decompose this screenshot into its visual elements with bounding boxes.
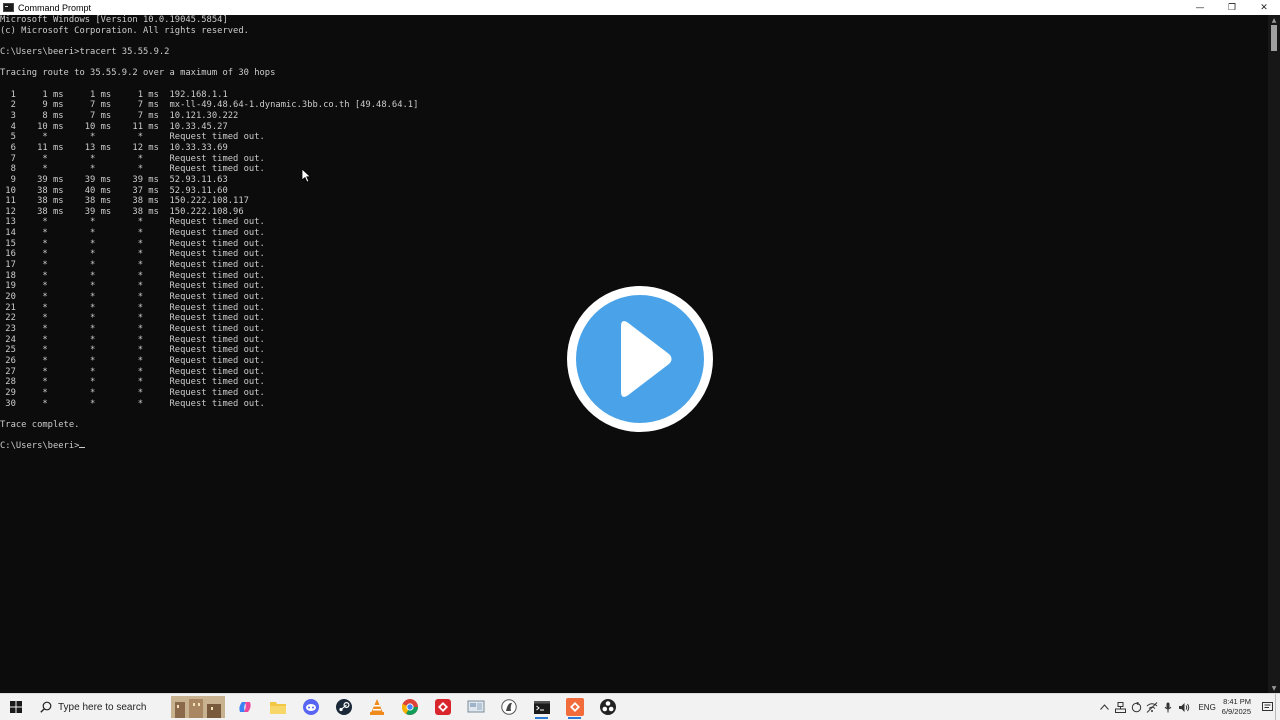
console-text: Microsoft Windows [Version 10.0.19045.58…: [0, 15, 418, 452]
taskbar-app-screen-tool[interactable]: [459, 694, 492, 720]
taskbar-app-steam[interactable]: [327, 694, 360, 720]
show-hidden-icons-chevron-icon[interactable]: [1096, 694, 1112, 720]
console-line: C:\Users\beeri>tracert 35.55.9.2: [0, 46, 170, 57]
console-line: 21 * * * Request timed out.: [5, 302, 265, 313]
console-line: 29 * * * Request timed out.: [5, 387, 265, 398]
discord-icon: [302, 699, 319, 715]
input-language-indicator[interactable]: ENG: [1198, 703, 1215, 712]
taskbar-app-red-app[interactable]: [426, 694, 459, 720]
console-line: 9 39 ms 39 ms 39 ms 52.93.11.63: [10, 174, 228, 185]
network-adapter-icon[interactable]: [1112, 694, 1128, 720]
console-line: 4 10 ms 10 ms 11 ms 10.33.45.27: [10, 121, 228, 132]
play-button[interactable]: [567, 286, 713, 432]
console-line: 25 * * * Request timed out.: [5, 345, 265, 356]
taskbar-app-vlc[interactable]: [360, 694, 393, 720]
console-line: 18 * * * Request timed out.: [5, 270, 265, 281]
console-line: 26 * * * Request timed out.: [5, 356, 265, 366]
console-line: 8 * * * Request timed out.: [10, 164, 265, 175]
taskbar-app-town-thumbnail[interactable]: [168, 694, 228, 720]
console-line: 27 * * * Request timed out.: [5, 366, 265, 377]
console-line: 10 38 ms 40 ms 37 ms 52.93.11.60: [5, 185, 228, 196]
sync-icon[interactable]: [1128, 694, 1144, 720]
console-line: 6 11 ms 13 ms 12 ms 10.33.33.69: [10, 142, 228, 153]
console-line: 24 * * * Request timed out.: [5, 334, 265, 345]
taskbar-search-box[interactable]: Type here to search: [32, 694, 168, 720]
start-button[interactable]: [0, 694, 32, 720]
console-line: 19 * * * Request timed out.: [5, 281, 265, 292]
show-desktop-button[interactable]: [1275, 694, 1280, 720]
minimize-button[interactable]: —: [1184, 0, 1216, 15]
console-line: 17 * * * Request timed out.: [5, 260, 265, 271]
steam-icon: [335, 699, 352, 715]
scroll-up-arrow-icon[interactable]: ▲: [1268, 15, 1280, 25]
console-line: 20 * * * Request timed out.: [5, 292, 265, 303]
red-diamond-icon: [434, 699, 451, 715]
wifi-off-icon[interactable]: [1144, 694, 1160, 720]
console-prompt: C:\Users\beeri>: [0, 441, 80, 452]
console-line: 3 8 ms 7 ms 7 ms 10.121.30.222: [10, 110, 239, 121]
search-placeholder: Type here to search: [58, 701, 147, 713]
folder-icon: [269, 702, 286, 714]
console-line: 1 1 ms 1 ms 1 ms 192.168.1.1: [10, 89, 228, 100]
console-line: 2 9 ms 7 ms 7 ms mx-ll-49.48.64-1.dynami…: [10, 100, 419, 111]
notifications-icon[interactable]: [1259, 694, 1275, 720]
taskbar-app-wireshark[interactable]: [492, 694, 525, 720]
microphone-icon[interactable]: [1160, 694, 1176, 720]
taskbar-app-obs[interactable]: [591, 694, 624, 720]
vertical-scrollbar[interactable]: ▲ ▼: [1268, 15, 1280, 693]
console-line: 7 * * * Request timed out.: [10, 153, 265, 164]
fin-icon: [500, 699, 517, 715]
taskbar-app-chrome[interactable]: [393, 694, 426, 720]
console-line: Tracing route to 35.55.9.2 over a maximu…: [0, 68, 276, 79]
windows-logo-icon: [10, 701, 22, 713]
taskbar-app-command-prompt[interactable]: [525, 694, 558, 720]
console-line: Microsoft Windows [Version 10.0.19045.58…: [0, 15, 228, 25]
title-bar: Command Prompt — ❐ ✕: [0, 0, 1280, 15]
play-icon: [567, 286, 713, 432]
copilot-icon: [238, 702, 251, 712]
recorder-icon: [565, 698, 584, 716]
town-thumbnail-icon: [171, 696, 225, 718]
close-button[interactable]: ✕: [1248, 0, 1280, 15]
console-line: 30 * * * Request timed out.: [5, 398, 265, 409]
taskbar-app-file-explorer[interactable]: [261, 694, 294, 720]
scrollbar-thumb[interactable]: [1271, 25, 1277, 51]
chrome-icon: [401, 699, 418, 715]
search-icon: [40, 701, 52, 713]
taskbar: Type here to search ENG 8:41 PM 6/9/2025: [0, 693, 1280, 720]
text-caret: [79, 447, 86, 449]
command-prompt-icon: [3, 3, 14, 12]
screen-tool-icon: [467, 700, 484, 713]
scroll-down-arrow-icon[interactable]: ▼: [1268, 683, 1280, 693]
clock-date: 6/9/2025: [1221, 707, 1251, 716]
console-line: 15 * * * Request timed out.: [5, 238, 265, 249]
console-line: 5 * * * Request timed out.: [10, 132, 265, 143]
console-line: Trace complete.: [0, 419, 80, 430]
clock-time: 8:41 PM: [1223, 697, 1251, 706]
console-line: 11 38 ms 38 ms 38 ms 150.222.108.117: [5, 196, 249, 207]
speaker-icon[interactable]: [1176, 694, 1192, 720]
console-line: 22 * * * Request timed out.: [5, 313, 265, 324]
console-line: (c) Microsoft Corporation. All rights re…: [0, 25, 249, 36]
maximize-button[interactable]: ❐: [1216, 0, 1248, 15]
taskbar-app-discord[interactable]: [294, 694, 327, 720]
window-title: Command Prompt: [18, 2, 92, 13]
taskbar-clock[interactable]: 8:41 PM 6/9/2025: [1222, 697, 1251, 717]
console-line: 16 * * * Request timed out.: [5, 249, 265, 260]
terminal-icon: [533, 700, 550, 714]
obs-icon: [599, 699, 616, 715]
console-line: 14 * * * Request timed out.: [5, 228, 265, 239]
console-lines: Microsoft Windows [Version 10.0.19045.58…: [0, 15, 418, 430]
console-line: 12 38 ms 39 ms 38 ms 150.222.108.96: [5, 206, 244, 217]
taskbar-app-recorder[interactable]: [558, 694, 591, 720]
system-tray: ENG 8:41 PM 6/9/2025: [1096, 694, 1280, 720]
console-line: 23 * * * Request timed out.: [5, 324, 265, 335]
console-line: 28 * * * Request timed out.: [5, 377, 265, 388]
vlc-icon: [369, 699, 384, 715]
taskbar-app-copilot[interactable]: [228, 694, 261, 720]
window-controls: — ❐ ✕: [1184, 0, 1280, 15]
console-line: 13 * * * Request timed out.: [5, 217, 265, 228]
